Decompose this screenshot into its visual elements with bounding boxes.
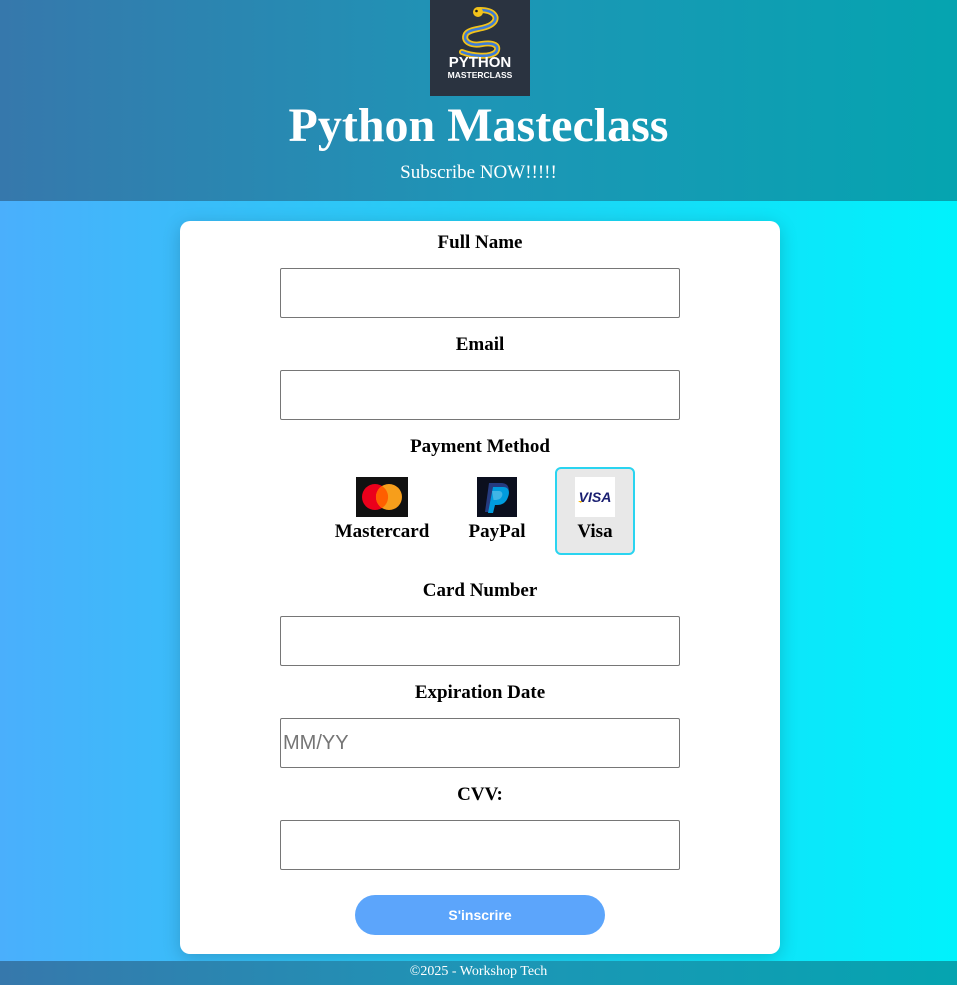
svg-text:MASTERCLASS: MASTERCLASS (448, 70, 513, 80)
payment-option-label: Mastercard (334, 521, 430, 542)
subscription-form-card: Full Name Email Payment Method Mastercar… (180, 221, 780, 954)
payment-method-label: Payment Method (410, 436, 550, 457)
payment-option-paypal[interactable]: PayPal (458, 467, 536, 555)
svg-text:PYTHON: PYTHON (449, 54, 512, 71)
full-name-label: Full Name (437, 232, 523, 253)
paypal-icon (477, 477, 517, 517)
subscribe-button[interactable]: S'inscrire (355, 895, 605, 935)
expiration-date-input[interactable] (280, 718, 680, 768)
payment-option-visa[interactable]: VISA Visa (555, 467, 635, 555)
full-name-input[interactable] (280, 268, 680, 318)
payment-option-label: Visa (577, 521, 613, 542)
expiration-date-label: Expiration Date (414, 682, 546, 703)
snake-logo-icon: PYTHON MASTERCLASS (430, 0, 530, 96)
email-input[interactable] (280, 370, 680, 420)
page-footer: ©2025 - Workshop Tech (0, 961, 957, 985)
page-subtitle: Subscribe NOW!!!!! (400, 162, 557, 183)
visa-icon: VISA (575, 477, 615, 517)
copyright-text: ©2025 - Workshop Tech (409, 964, 548, 979)
payment-option-label: PayPal (468, 521, 526, 542)
card-number-label: Card Number (422, 580, 538, 601)
email-label: Email (455, 334, 505, 355)
python-masterclass-logo: PYTHON MASTERCLASS (430, 0, 530, 96)
svg-text:VISA: VISA (579, 489, 612, 505)
cvv-label: CVV: (457, 784, 503, 805)
cvv-input[interactable] (280, 820, 680, 870)
card-number-input[interactable] (280, 616, 680, 666)
page-header: PYTHON MASTERCLASS Python Masteclass Sub… (0, 0, 957, 201)
payment-option-mastercard[interactable]: Mastercard (330, 467, 434, 555)
page-title: Python Masteclass (288, 99, 669, 152)
mastercard-icon (356, 477, 408, 517)
